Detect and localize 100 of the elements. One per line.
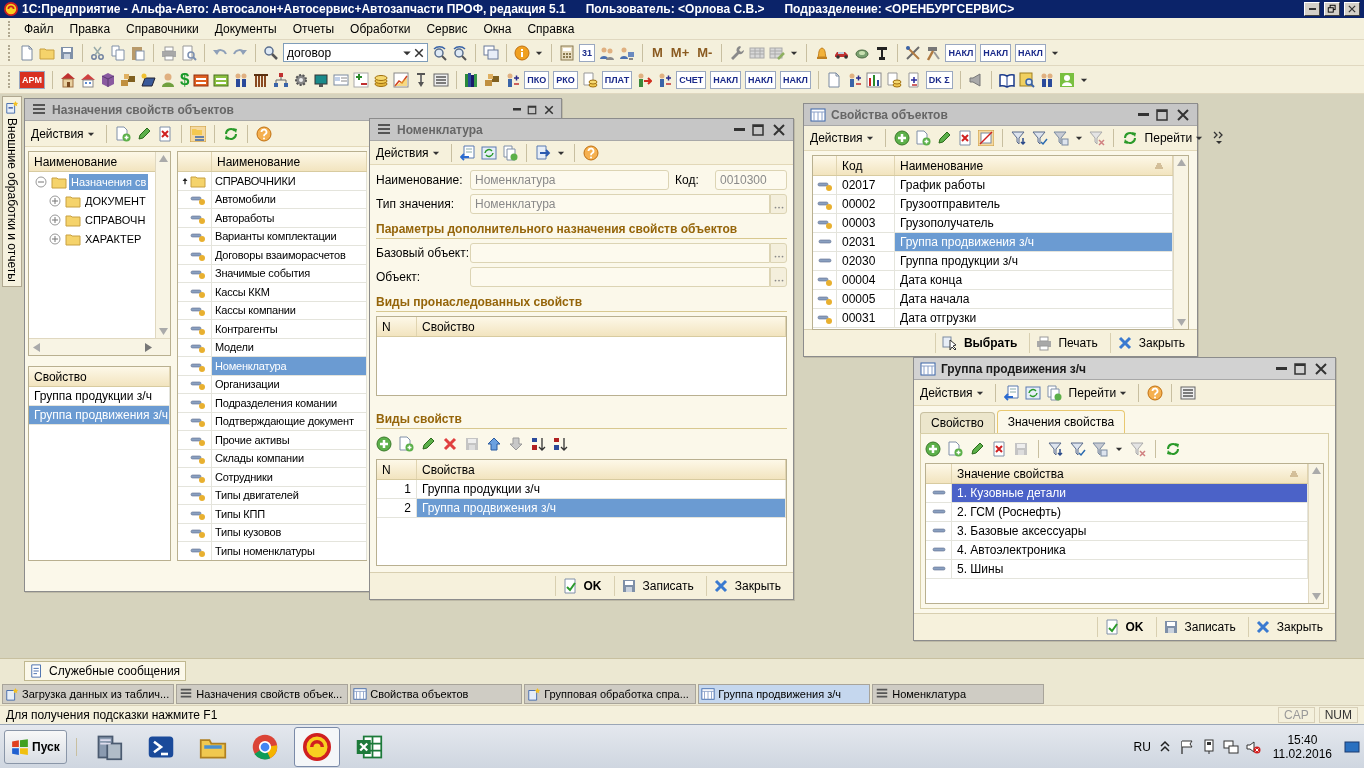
maximize-icon[interactable] [1292,360,1308,377]
book-icon[interactable] [998,71,1015,88]
search-arrow-icon[interactable] [432,44,448,61]
window-tab[interactable]: Группа продвижения з/ч [698,684,871,704]
printer-icon[interactable] [161,44,177,61]
monitor-icon[interactable] [313,71,330,88]
table-cell[interactable]: Подразделения комании [212,394,367,412]
bars-icon[interactable] [253,71,270,88]
table-cell[interactable]: Типы номенклатуры [212,542,367,560]
shortcut-button[interactable]: СЧЕТ [676,70,707,89]
table-cell[interactable]: Кассы компании [212,301,367,319]
delete-icon[interactable] [956,130,973,146]
scroll-right-icon[interactable] [145,342,152,352]
document-plus-icon[interactable] [914,130,931,146]
house-icon[interactable] [59,71,76,88]
tree-item[interactable]: ХАРАКТЕР [83,230,144,247]
tab[interactable]: Значения свойства [996,410,1126,433]
drawer-icon[interactable] [213,71,230,88]
document-plus-icon[interactable] [114,125,131,142]
copy-icon[interactable] [501,144,518,161]
plus-minus-icon[interactable] [353,71,370,88]
close-button[interactable]: Закрыть [1247,617,1329,637]
pencil-icon[interactable] [969,441,985,457]
table-cell[interactable]: Автомобили [212,190,367,208]
close-icon[interactable] [1175,106,1191,123]
menu-item[interactable]: Файл [17,19,61,38]
save-button[interactable]: Записать [613,576,700,596]
list-icon[interactable] [1180,384,1197,401]
document-plus-icon[interactable] [947,441,963,457]
table-cell[interactable]: Типы КПП [212,505,367,523]
table-cell[interactable]: Группа продукции з/ч [417,480,786,498]
close-button[interactable]: Закрыть [705,576,787,596]
actions-menu[interactable]: Действия [29,126,98,141]
desktop-icon[interactable] [1344,738,1360,755]
help-icon[interactable] [255,125,272,142]
table-cell[interactable]: Контрагенты [212,320,367,338]
tree-item[interactable]: СПРАВОЧН [83,211,148,228]
minimize-button[interactable] [1304,2,1320,16]
horizontal-scrollbar[interactable] [29,338,170,355]
save-button[interactable]: Записать [1155,617,1242,637]
filter-icon[interactable] [1010,130,1027,146]
flag-icon[interactable] [1178,738,1195,755]
close-icon[interactable] [1313,360,1329,377]
page-magnifier-icon[interactable] [1018,71,1035,88]
table-cell[interactable]: Склады компании [212,449,367,467]
table-cell[interactable]: 1. Кузовные детали [952,484,1308,502]
language-indicator[interactable]: RU [1133,739,1151,754]
maximize-icon[interactable] [526,103,538,116]
network-icon[interactable] [1222,738,1239,755]
shortcut-button[interactable]: НАКЛ [710,70,742,89]
minimize-icon[interactable] [1137,112,1149,117]
add-icon[interactable] [376,436,392,452]
copy-icon[interactable] [110,44,126,61]
table-cell[interactable]: Типы двигателей [212,486,367,504]
person-arrow-icon[interactable] [636,71,653,88]
help-icon[interactable] [1147,384,1164,401]
copy-icon[interactable] [1045,384,1062,401]
start-button[interactable]: Пуск [4,729,67,764]
menu-item[interactable]: Справка [520,19,582,38]
wrench-icon[interactable] [729,44,746,61]
speaker-muted-icon[interactable] [1244,738,1261,755]
delete-icon[interactable] [442,436,458,452]
window-tab[interactable]: Свойства объектов [350,684,523,704]
actions-menu[interactable]: Действия [808,131,877,145]
window-tab[interactable]: Номенклатура [872,684,1045,704]
document-arrow-icon[interactable] [459,144,476,161]
table-cell[interactable]: Договоры взаиморасчетов [212,246,367,264]
shortcut-button[interactable]: НАКЛ [1015,43,1046,62]
menu-item[interactable]: Обработки [343,19,418,38]
menu-item[interactable]: Справочники [119,19,206,38]
minimize-icon[interactable] [1275,366,1287,371]
ok-button[interactable]: OK [1096,617,1150,637]
arrow-up-icon[interactable] [486,436,502,452]
menu-item[interactable]: Правка [62,19,118,38]
windows-icon[interactable] [483,44,499,61]
maximize-icon[interactable] [750,121,766,138]
panel-icon[interactable] [139,71,156,88]
document-plus-icon[interactable] [398,436,414,452]
document-plus-icon[interactable] [905,71,922,88]
restore-button[interactable] [1324,2,1340,16]
table-cell[interactable]: Подтверждающие документ [212,412,367,430]
tab[interactable]: Свойство [920,412,995,433]
memory-button[interactable]: M [650,45,665,60]
search-arrow-icon[interactable] [452,44,468,61]
document-arrow-icon[interactable] [534,144,551,161]
list-item[interactable]: Группа продукции з/ч [29,387,170,405]
tools-icon[interactable] [905,44,922,61]
add-icon[interactable] [893,130,910,146]
search-icon[interactable] [263,44,279,61]
window-tab[interactable]: Назначения свойств объек... [176,684,349,704]
window-tab[interactable]: Загрузка данных из таблич... [2,684,175,704]
table-cell[interactable]: Автоработы [212,209,367,227]
bar-chart-icon[interactable] [865,71,882,88]
taskbar-app[interactable] [293,726,340,767]
select-field[interactable] [470,267,770,287]
clock[interactable]: 15:40 11.02.2016 [1266,732,1338,761]
filter-clear-icon[interactable] [1130,441,1146,457]
page-magnifier-icon[interactable] [181,44,197,61]
megaphone-icon[interactable] [967,71,984,88]
maximize-icon[interactable] [1154,106,1170,123]
